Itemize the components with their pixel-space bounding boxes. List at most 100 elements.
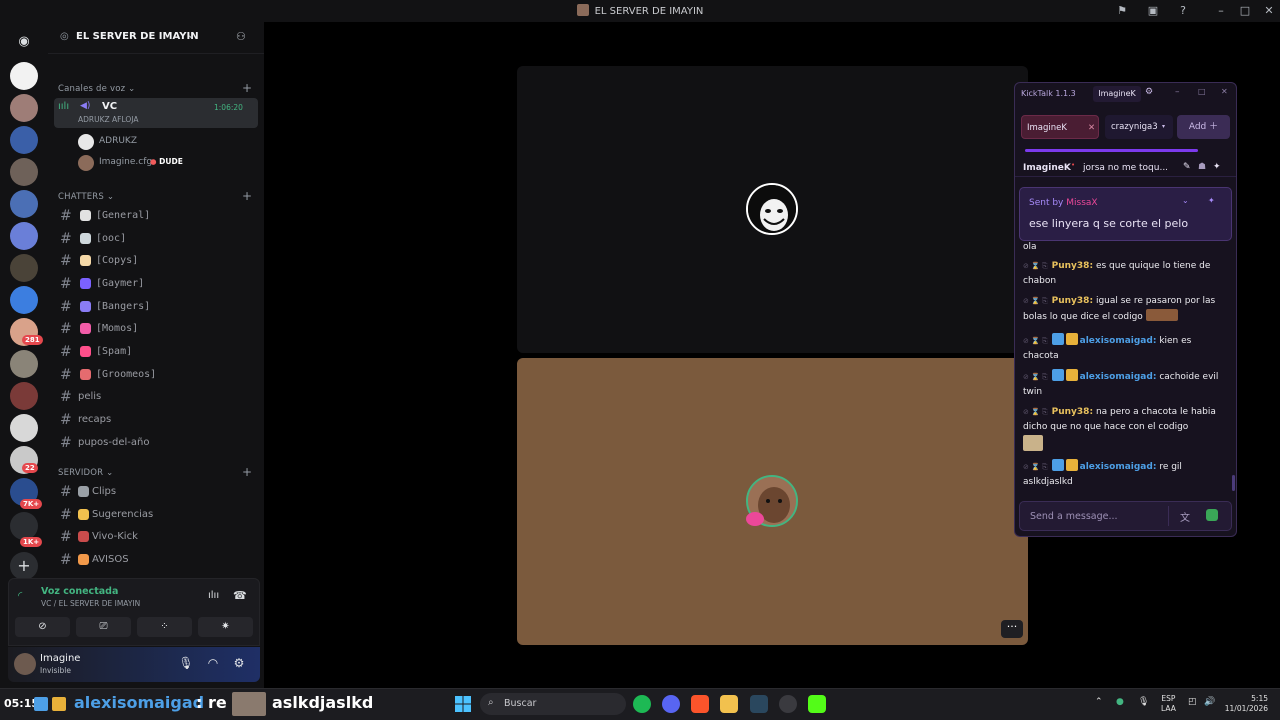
pin-icon[interactable]: ✦ bbox=[1208, 196, 1215, 205]
invite-people-icon[interactable]: ⚇ bbox=[236, 30, 246, 43]
user-icon[interactable]: ☗ bbox=[1198, 162, 1206, 172]
server-icon-12[interactable] bbox=[10, 414, 38, 442]
volume-icon[interactable]: 🔊 bbox=[1204, 697, 1215, 707]
pinned-message[interactable]: ImagineK • jorsa no me toqu... ✎ ☗ ✦ bbox=[1015, 157, 1236, 177]
pin-icon[interactable]: ✦ bbox=[1213, 162, 1221, 172]
sent-by-card[interactable]: Sent by MissaX ⌄ ✦ ese linyera q se cort… bbox=[1019, 187, 1232, 241]
noise-suppression-icon[interactable]: ılıı bbox=[208, 590, 219, 601]
message-input[interactable]: Send a message... 文 bbox=[1019, 501, 1232, 531]
chat-message[interactable]: ⊘ ⌛ ⎘ Puny38: igual se re pasaron por las… bbox=[1023, 294, 1229, 325]
camera-off-button[interactable]: ⊘ bbox=[15, 617, 70, 637]
channel-spam[interactable]: # [Spam] bbox=[54, 342, 258, 362]
soundboard-button[interactable]: ✷ bbox=[198, 617, 253, 637]
taskbar-search[interactable]: ⌕ Buscar bbox=[480, 693, 626, 715]
server-icon-6[interactable] bbox=[10, 222, 38, 250]
tray-mic-icon[interactable]: 🎙 bbox=[1138, 697, 1149, 707]
spotify-icon[interactable] bbox=[633, 695, 651, 713]
chevron-down-icon[interactable]: ⌄ bbox=[1182, 196, 1189, 205]
avatar[interactable] bbox=[14, 653, 36, 675]
wifi-icon[interactable]: ◰ bbox=[1188, 697, 1197, 707]
windows-start-icon[interactable] bbox=[455, 696, 471, 712]
voice-channel-vc[interactable]: ıılı ◀) VC 1:06:20 ADRUKZ AFLOJA bbox=[54, 98, 258, 128]
server-cno[interactable] bbox=[10, 62, 38, 90]
tab-crazyniga3[interactable]: crazyniga3 ▾ bbox=[1105, 115, 1173, 139]
voice-user[interactable]: Imagine.cfg ● DUDE bbox=[78, 154, 258, 172]
channel-momos[interactable]: # [Momos] bbox=[54, 319, 258, 339]
microphone-icon[interactable]: 🎙 bbox=[178, 656, 194, 670]
chat-scrollbar[interactable] bbox=[1232, 475, 1235, 491]
channel-pupos-del-ano[interactable]: # pupos-del-año bbox=[54, 433, 258, 453]
server-icon-8[interactable] bbox=[10, 286, 38, 314]
system-clock[interactable]: 5:15 11/01/2026 bbox=[1224, 694, 1268, 714]
server-folder-2[interactable] bbox=[10, 512, 38, 540]
disconnect-icon[interactable]: ☎ bbox=[233, 589, 247, 602]
chat-message[interactable]: ⊘ ⌛ ⎘ alexisomaigad: re gil aslkdjaslkd bbox=[1023, 459, 1229, 490]
signal-icon[interactable]: ◜ bbox=[18, 589, 22, 602]
voice-user[interactable]: ADRUKZ bbox=[78, 133, 258, 151]
channel-copys[interactable]: # [Copys] bbox=[54, 251, 258, 271]
close-icon[interactable]: ✕ bbox=[1261, 3, 1277, 19]
obs-icon[interactable] bbox=[779, 695, 797, 713]
kicktalk-account[interactable]: ImagineK bbox=[1093, 86, 1141, 102]
headphones-icon[interactable]: ◠ bbox=[205, 656, 221, 670]
close-icon[interactable]: ✕ bbox=[1221, 87, 1228, 96]
participant-tile[interactable] bbox=[517, 358, 1028, 645]
server-icon-7[interactable] bbox=[10, 254, 38, 282]
tray-app-icon[interactable]: ● bbox=[1116, 697, 1124, 707]
translate-icon[interactable]: 文 bbox=[1180, 509, 1190, 524]
activities-button[interactable]: ⁘ bbox=[137, 617, 192, 637]
settings-gear-icon[interactable]: ⚙ bbox=[231, 656, 247, 670]
settings-gear-icon[interactable]: ⚙ bbox=[1145, 87, 1153, 97]
inbox-icon[interactable]: ▣ bbox=[1145, 3, 1161, 19]
server-icon-10[interactable] bbox=[10, 350, 38, 378]
tab-imaginek[interactable]: ImagineK ✕ bbox=[1021, 115, 1099, 139]
server-icon-4[interactable] bbox=[10, 158, 38, 186]
maximize-icon[interactable]: □ bbox=[1237, 3, 1253, 19]
channel-bangers[interactable]: # [Bangers] bbox=[54, 297, 258, 317]
add-voice-channel-icon[interactable]: + bbox=[242, 81, 252, 95]
discord-icon[interactable] bbox=[662, 695, 680, 713]
server-icon-11[interactable] bbox=[10, 382, 38, 410]
channel-ooc[interactable]: # [ooc] bbox=[54, 229, 258, 249]
category-servidor[interactable]: SERVIDOR ⌄ bbox=[58, 468, 114, 478]
channel-pelis[interactable]: # pelis bbox=[54, 387, 258, 407]
server-icon-2[interactable] bbox=[10, 94, 38, 122]
minimize-icon[interactable]: – bbox=[1213, 3, 1229, 19]
language-indicator[interactable]: ESP LAA bbox=[1161, 694, 1176, 714]
add-chatroom-button[interactable]: Add ＋ bbox=[1177, 115, 1230, 139]
channel-recaps[interactable]: # recaps bbox=[54, 410, 258, 430]
discord-home-icon[interactable]: ◉ bbox=[10, 28, 38, 56]
add-server-icon[interactable]: + bbox=[10, 552, 38, 580]
chat-message[interactable]: ⊘ ⌛ ⎘ alexisomaigad: cachoide evil twin bbox=[1023, 369, 1229, 400]
tray-overflow-icon[interactable]: ⌃ bbox=[1095, 697, 1103, 707]
channel-general[interactable]: # [General] bbox=[54, 206, 258, 226]
brave-icon[interactable] bbox=[691, 695, 709, 713]
help-icon[interactable]: ? bbox=[1175, 3, 1191, 19]
minimize-icon[interactable]: – bbox=[1175, 87, 1180, 97]
chat-message[interactable]: ⊘ ⌛ ⎘ Puny38: es que quique lo tiene de c… bbox=[1023, 259, 1229, 289]
channel-avisos[interactable]: # AVISOS bbox=[54, 550, 258, 570]
server-header[interactable]: ◎ EL SERVER DE IMAYIN ⌄ ⚇ bbox=[48, 22, 264, 54]
pencil-icon[interactable]: ✎ bbox=[1183, 162, 1191, 172]
channel-sugerencias[interactable]: # Sugerencias bbox=[54, 505, 258, 525]
maximize-icon[interactable]: □ bbox=[1198, 87, 1206, 96]
category-chatters[interactable]: CHATTERS ⌄ bbox=[58, 192, 114, 202]
participant-tile[interactable] bbox=[517, 66, 1028, 353]
close-tab-icon[interactable]: ✕ bbox=[1088, 116, 1095, 140]
more-options-button[interactable]: ··· bbox=[1001, 620, 1023, 638]
channel-clips[interactable]: # Clips bbox=[54, 482, 258, 502]
server-icon-3[interactable] bbox=[10, 126, 38, 154]
server-icon-5[interactable] bbox=[10, 190, 38, 218]
add-channel-icon[interactable]: + bbox=[242, 189, 252, 203]
file-explorer-icon[interactable] bbox=[720, 695, 738, 713]
channel-groomeos[interactable]: # [Groomeos] bbox=[54, 365, 258, 385]
add-channel-icon[interactable]: + bbox=[242, 465, 252, 479]
channel-vivo-kick[interactable]: # Vivo-Kick bbox=[54, 527, 258, 547]
category-voice[interactable]: Canales de voz ⌄ bbox=[58, 84, 136, 94]
screen-share-button[interactable]: ⎚ bbox=[76, 617, 131, 637]
chat-message[interactable]: ⊘ ⌛ ⎘ Puny38: na pero a chacota le habia … bbox=[1023, 405, 1229, 455]
channel-gaymer[interactable]: # [Gaymer] bbox=[54, 274, 258, 294]
inbox-flag-icon[interactable]: ⚑ bbox=[1114, 3, 1130, 19]
kick-icon[interactable] bbox=[808, 695, 826, 713]
steam-icon[interactable] bbox=[750, 695, 768, 713]
